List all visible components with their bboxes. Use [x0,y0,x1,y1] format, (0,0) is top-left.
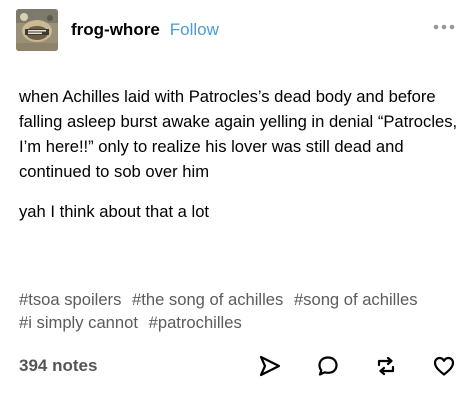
more-options-icon[interactable] [432,20,456,34]
post-paragraph: when Achilles laid with Patrocles’s dead… [19,87,458,181]
heart-icon[interactable] [431,353,457,379]
post-tags: #tsoa spoilers #the song of achilles #so… [19,288,459,334]
blog-avatar[interactable] [16,9,58,51]
tumblr-post: frog-whore Follow when Achilles laid wit… [0,0,474,401]
tag-link[interactable]: #song of achilles [294,290,418,309]
post-footer: 394 notes [19,352,457,380]
share-send-icon[interactable] [257,353,283,379]
tag-link[interactable]: #patrochilles [149,313,242,332]
post-actions [225,353,457,379]
blog-name-link[interactable]: frog-whore [71,20,160,40]
follow-button[interactable]: Follow [170,20,219,40]
tag-link[interactable]: #the song of achilles [132,290,283,309]
tag-link[interactable]: #i simply cannot [19,313,138,332]
post-header: frog-whore Follow [16,6,458,54]
tag-link[interactable]: #tsoa spoilers [19,290,121,309]
post-body: when Achilles laid with Patrocles’s dead… [19,84,459,224]
reblog-icon[interactable] [373,353,399,379]
notes-count[interactable]: 394 notes [19,356,97,376]
reply-speech-bubble-icon[interactable] [315,353,341,379]
post-paragraph: yah I think about that a lot [19,202,210,221]
